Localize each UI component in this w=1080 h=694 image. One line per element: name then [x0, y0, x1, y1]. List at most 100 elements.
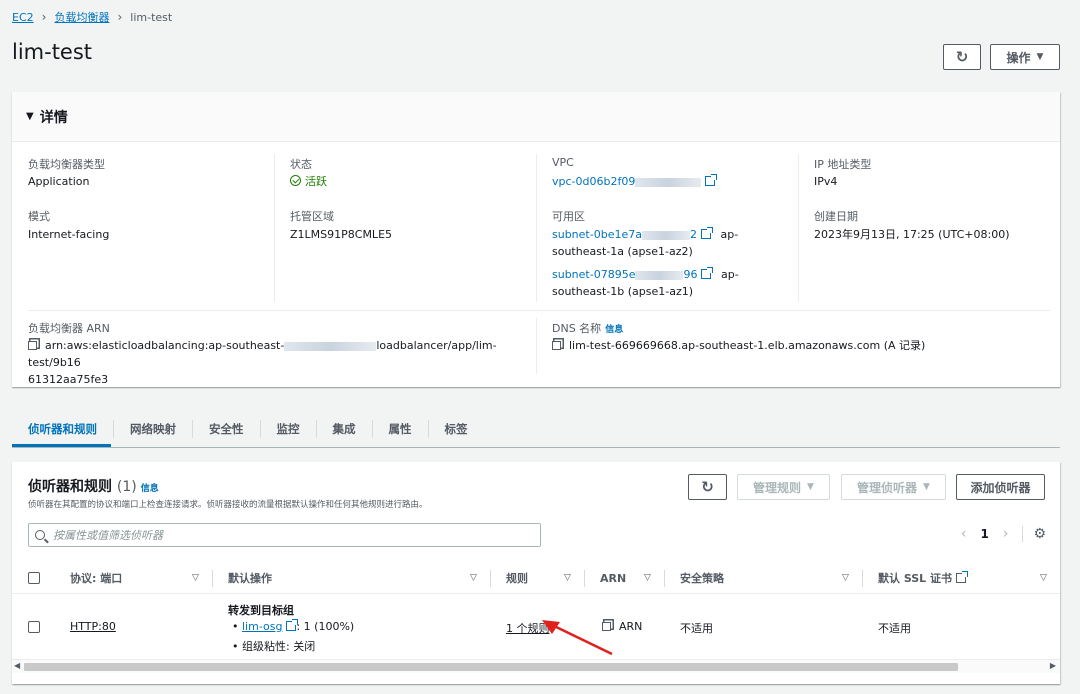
listener-search-input[interactable]: 按属性或值筛选侦听器 — [28, 523, 541, 547]
dns-value: lim-test-669669668.ap-southeast-1.elb.am… — [552, 337, 925, 354]
az2-zone: southeast-1b (apse1-az1) — [552, 285, 694, 298]
az-label: 可用区 — [552, 210, 585, 223]
col-default-ssl-cert[interactable]: 默认 SSL 证书 — [878, 562, 969, 594]
select-all-checkbox[interactable] — [28, 572, 40, 584]
external-link-icon[interactable] — [956, 571, 969, 583]
page-title: lim-test — [12, 40, 93, 64]
state-value: 活跃 — [290, 173, 327, 190]
vpc-link[interactable]: vpc-0d06b2f09 — [552, 175, 635, 188]
protocol-port-link[interactable]: HTTP:80 — [70, 620, 116, 633]
hosted-zone-label: 托管区域 — [290, 210, 334, 223]
subnet-2-link[interactable]: subnet-07895e — [552, 268, 635, 281]
tab-attributes[interactable]: 属性 — [371, 419, 428, 438]
gear-icon[interactable]: ⚙ — [1022, 526, 1046, 542]
page-number[interactable]: 1 — [980, 527, 988, 541]
external-link-icon[interactable] — [705, 174, 718, 186]
external-link-icon[interactable] — [701, 267, 714, 279]
next-page-icon[interactable]: › — [1003, 526, 1009, 542]
caret-down-icon: ▼ — [1036, 52, 1044, 62]
breadcrumb-ec2-link[interactable]: EC2 — [12, 11, 34, 24]
breadcrumb-current: lim-test — [130, 10, 173, 24]
manage-rules-button[interactable]: 管理规则 ▼ — [737, 474, 830, 500]
chevron-right-icon: › — [117, 10, 123, 24]
tab-security[interactable]: 安全性 — [192, 419, 260, 438]
actions-label: 操作 — [1006, 50, 1031, 65]
listeners-info-link[interactable]: 信息 — [141, 484, 159, 494]
scheme-value: Internet-facing — [28, 228, 110, 241]
status-success-icon — [290, 175, 301, 186]
created-value: 2023年9月13日, 17:25 (UTC+08:00) — [814, 228, 1010, 241]
ip-type-label: IP 地址类型 — [814, 158, 872, 171]
search-placeholder: 按属性或值筛选侦听器 — [53, 529, 163, 542]
tab-tags[interactable]: 标签 — [427, 419, 484, 438]
scheme-label: 模式 — [28, 210, 50, 223]
caret-down-icon: ▼ — [26, 111, 34, 122]
created-label: 创建日期 — [814, 210, 858, 223]
details-header[interactable]: ▼ 详情 — [12, 92, 1060, 142]
copy-icon[interactable] — [28, 341, 37, 350]
hosted-zone-value: Z1LMS91P8CMLE5 — [290, 228, 393, 241]
vpc-value: vpc-0d06b2f09 — [552, 173, 718, 190]
refresh-icon: ↻ — [701, 478, 714, 496]
tab-network-mapping[interactable]: 网络映射 — [113, 419, 192, 438]
search-icon — [35, 530, 45, 540]
tab-listeners-rules[interactable]: 侦听器和规则 — [12, 420, 113, 438]
action-title: 转发到目标组 — [228, 604, 294, 617]
row-checkbox[interactable] — [28, 621, 40, 633]
refresh-button[interactable]: ↻ — [943, 44, 981, 70]
vpc-label: VPC — [552, 156, 574, 169]
actions-button[interactable]: 操作 ▼ — [990, 44, 1060, 70]
lb-type-value: Application — [28, 175, 90, 188]
ip-type-value: IPv4 — [814, 175, 838, 188]
col-security-policy[interactable]: 安全策略 — [680, 562, 724, 594]
horizontal-scrollbar[interactable]: ◀ ▶ — [12, 659, 1060, 673]
prev-page-icon[interactable]: ‹ — [961, 526, 967, 542]
lb-type-label: 负载均衡器类型 — [28, 158, 105, 171]
details-title: 详情 — [39, 109, 68, 126]
annotation-arrow-icon — [542, 620, 613, 656]
scroll-left-icon[interactable]: ◀ — [14, 661, 20, 670]
add-listener-button[interactable]: 添加侦听器 — [956, 474, 1045, 500]
refresh-icon: ↻ — [955, 48, 969, 66]
dns-label: DNS 名称 信息 — [552, 322, 624, 335]
tab-bar: 侦听器和规则 网络映射 安全性 监控 集成 属性 标签 — [12, 410, 1060, 448]
caret-down-icon: ▼ — [807, 482, 814, 492]
active-tab-indicator — [12, 444, 111, 447]
target-group-link[interactable]: lim-osg — [242, 620, 282, 633]
listeners-refresh-button[interactable]: ↻ — [688, 474, 727, 500]
manage-listeners-button[interactable]: 管理侦听器 ▼ — [841, 474, 946, 500]
ssl-cert-value: 不适用 — [878, 622, 911, 635]
breadcrumb-load-balancers-link[interactable]: 负载均衡器 — [54, 9, 109, 25]
table-header: 协议: 端口 ▽ 默认操作 ▽ 规则 ▽ ARN ▽ 安全策略 ▽ 默认 SSL… — [12, 562, 1060, 594]
tab-integrations[interactable]: 集成 — [315, 419, 372, 438]
copy-icon[interactable] — [552, 341, 561, 350]
details-panel: ▼ 详情 负载均衡器类型 Application 模式 Internet-fac… — [12, 92, 1060, 387]
tab-monitoring[interactable]: 监控 — [259, 419, 316, 438]
caret-down-icon: ▼ — [923, 482, 930, 492]
chevron-right-icon: › — [41, 10, 47, 24]
scroll-right-icon[interactable]: ▶ — [1050, 661, 1056, 670]
listeners-count: (1) — [116, 479, 137, 495]
external-link-icon[interactable] — [700, 227, 713, 239]
subnet-1-link[interactable]: subnet-0be1e7a — [552, 228, 642, 241]
stickiness-line: • 组级粘性: 关闭 — [232, 640, 316, 653]
security-policy-value: 不适用 — [680, 622, 713, 635]
scrollbar-thumb[interactable] — [24, 663, 958, 671]
col-protocol-port[interactable]: 协议: 端口 — [70, 562, 122, 594]
col-arn[interactable]: ARN — [600, 562, 626, 594]
col-default-action[interactable]: 默认操作 — [228, 562, 272, 594]
external-link-icon[interactable] — [286, 619, 299, 631]
target-group-line: • lim-osg: 1 (100%) — [232, 619, 355, 633]
pagination: ‹ 1 › ⚙ — [961, 526, 1046, 542]
dns-info-link[interactable]: 信息 — [605, 325, 623, 335]
state-label: 状态 — [290, 158, 312, 171]
listeners-title: 侦听器和规则 (1) 信息 — [28, 479, 159, 495]
az2-value: subnet-07895e 96 ap- southeast-1b (apse1-… — [552, 267, 739, 298]
arn-label: 负载均衡器 ARN — [28, 322, 110, 335]
col-rules[interactable]: 规则 — [506, 562, 528, 594]
breadcrumb: EC2 › 负载均衡器 › lim-test — [12, 9, 172, 25]
az1-value: subnet-0be1e7a 2 ap- southeast-1a (apse1-… — [552, 227, 739, 258]
listeners-description: 侦听器在其配置的协议和端口上检查连接请求。侦听器接收的流量根据默认操作和任何其他… — [28, 500, 428, 510]
arn-value: arn:aws:elasticloadbalancing:ap-southeas… — [28, 339, 497, 386]
az1-zone: southeast-1a (apse1-az2) — [552, 245, 693, 258]
